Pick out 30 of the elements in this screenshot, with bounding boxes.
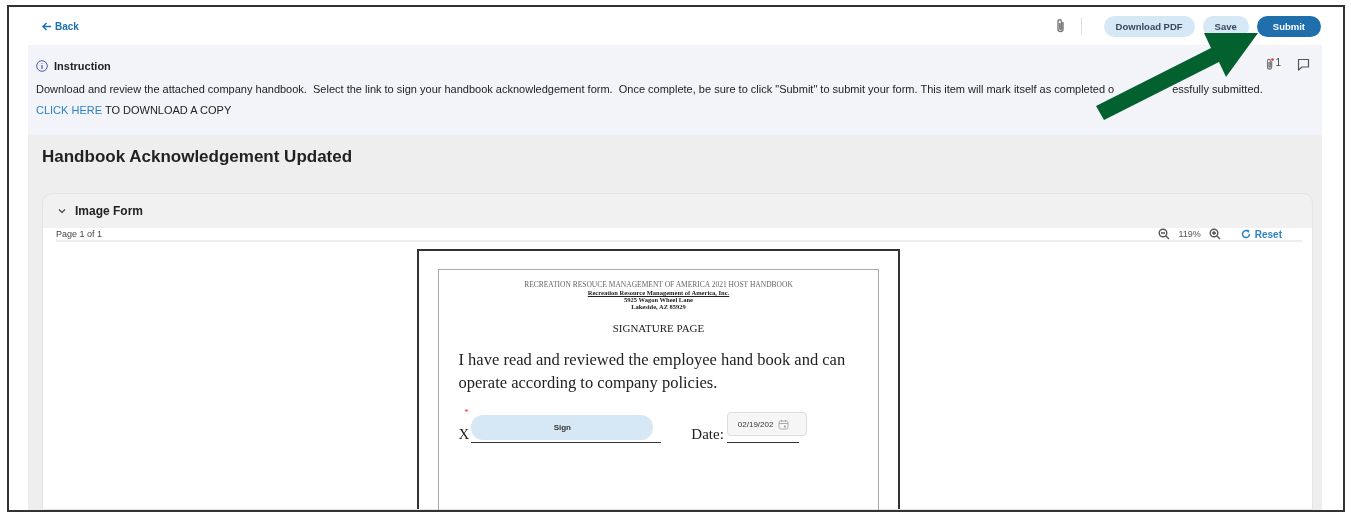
refresh-icon [1240,229,1251,239]
instruction-text: essfully submitted. [1172,83,1263,95]
attachment-counter[interactable]: 1 [1265,57,1281,72]
zoom-out-icon[interactable] [1158,228,1171,240]
reset-button[interactable]: Reset [1240,228,1282,240]
chevron-icon[interactable] [57,206,67,216]
info-icon [36,60,48,72]
zoom-level: 119% [1178,229,1201,239]
section-title: Image Form [75,204,143,218]
paperclip-icon[interactable] [1054,18,1067,34]
instruction-text: Download and review the attached company handbook. Select the link to sign your handbook acknowledgement form. Once complete, be sure to click "Submit" to submit your form. This item will mark itself as completed o [36,83,1115,95]
acknowledgement-statement: I have read and reviewed the employee hand book and can operate according to company policies. [458,349,847,394]
required-mark: * [464,407,469,417]
back-link[interactable]: Back [42,20,79,32]
download-text: TO DOWNLOAD A COPY [104,104,232,116]
comment-icon[interactable] [1297,58,1310,71]
date-field[interactable]: 02/19/202 [726,412,807,436]
zoom-in-icon[interactable] [1208,228,1221,240]
signature-prefix: X [458,426,470,443]
page-indicator: Page 1 of 1 [56,229,103,239]
toolbar-button[interactable]: Download PDF [1103,15,1195,37]
toolbar-button[interactable]: Submit [1256,15,1321,37]
form-title: Handbook Acknowledgement Updated [42,147,354,168]
sign-button[interactable]: Sign [471,415,654,440]
signature-heading: SIGNATURE PAGE [612,322,705,334]
download-link[interactable]: CLICK HERE [36,104,103,116]
left-arrow-icon [42,21,52,31]
instruction-title: Instruction [54,60,111,72]
date-label: Date: [691,426,724,443]
calendar-icon [778,418,790,430]
